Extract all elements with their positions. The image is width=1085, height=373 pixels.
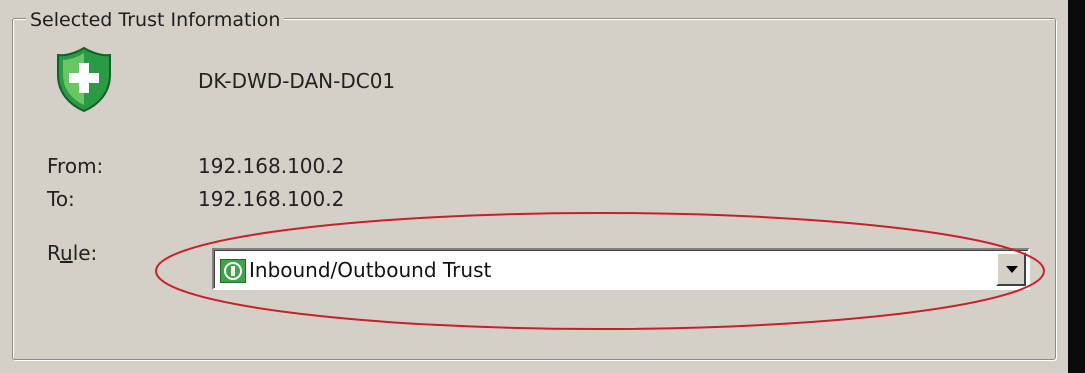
to-ip-value: 192.168.100.2	[198, 187, 345, 211]
rule-dropdown[interactable]: Inbound/Outbound Trust	[212, 248, 1030, 290]
trust-info-panel: Selected Trust Information DK-DWD-DAN-DC…	[0, 0, 1068, 373]
shield-plus-icon	[57, 46, 111, 113]
selected-trust-groupbox	[12, 18, 1056, 360]
from-ip-value: 192.168.100.2	[198, 154, 345, 178]
to-label: To:	[47, 187, 75, 211]
server-name: DK-DWD-DAN-DC01	[198, 69, 396, 93]
rule-selected-value: Inbound/Outbound Trust	[249, 258, 492, 282]
groupbox-title: Selected Trust Information	[26, 8, 285, 32]
rule-label: Rule:	[47, 241, 98, 265]
from-label: From:	[47, 154, 104, 178]
dropdown-arrow-button[interactable]	[996, 252, 1026, 286]
rule-dropdown-selected[interactable]: Inbound/Outbound Trust	[217, 253, 994, 285]
inbound-outbound-trust-icon	[220, 259, 246, 283]
